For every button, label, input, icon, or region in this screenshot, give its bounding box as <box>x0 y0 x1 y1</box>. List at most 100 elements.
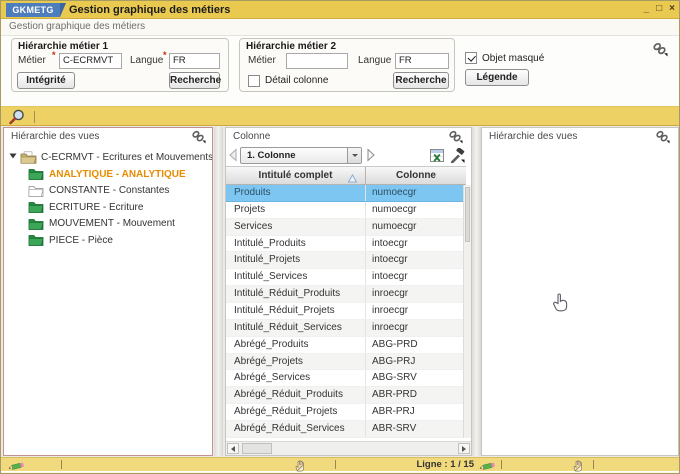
metier1-input[interactable]: C-ECRMVT <box>59 53 122 69</box>
tools-hammer-icon[interactable] <box>449 148 465 168</box>
table-row[interactable]: Abrégé_Réduit_ProjetsABR-PRJ <box>226 404 466 421</box>
form-area: Hiérarchie métier 1 Métier * C-ECRMVT La… <box>1 36 680 106</box>
required-marker: * <box>163 50 167 60</box>
scrollbar-thumb[interactable] <box>242 443 272 454</box>
views-tree: C-ECRMVT - Ecritures et Mouvements - Cli… <box>4 149 212 455</box>
selector-dropdown-arrow[interactable] <box>347 148 361 163</box>
table-body: ProduitsnumoecgrProjetsnumoecgrServicesn… <box>226 185 466 438</box>
link-icon[interactable] <box>652 42 668 62</box>
cell-colonne: inroecgr <box>366 303 466 319</box>
status-separator <box>61 460 62 469</box>
table-row[interactable]: Abrégé_Réduit_ServicesABR-SRV <box>226 421 466 438</box>
breadcrumb: Gestion graphique des métiers <box>1 19 680 36</box>
cell-colonne: inroecgr <box>366 320 466 336</box>
maximize-button[interactable]: □ <box>656 1 662 17</box>
cell-intitule-complet: Abrégé_Réduit_Projets <box>226 404 366 420</box>
tree-item[interactable]: ANALYTIQUE - ANALYTIQUE <box>4 166 212 183</box>
table-row[interactable]: Abrégé_ServicesABG-SRV <box>226 370 466 387</box>
cell-intitule-complet: Abrégé_Réduit_Produits <box>226 387 366 403</box>
left-panel-header: Hiérarchie des vues <box>4 128 212 146</box>
scrollbar-thumb[interactable] <box>465 187 470 242</box>
cell-intitule-complet: Intitulé_Projets <box>226 252 366 268</box>
tree-root[interactable]: C-ECRMVT - Ecritures et Mouvements - Cli… <box>4 149 212 166</box>
langue1-label: Langue <box>130 55 163 66</box>
objet-masque-label: Objet masqué <box>482 53 544 64</box>
table-row[interactable]: Abrégé_Réduit_ProduitsABR-PRD <box>226 387 466 404</box>
table-header-label: Intitulé complet <box>259 170 333 181</box>
left-panel-hierarchie-des-vues: Hiérarchie des vues C-ECRMVT - Ecritures… <box>3 127 213 456</box>
langue2-select[interactable]: FR <box>395 53 449 69</box>
title-bar: GKMETG Gestion graphique des métiers _ □… <box>1 1 680 19</box>
langue1-select[interactable]: FR <box>169 53 220 69</box>
next-arrow-icon[interactable] <box>366 148 376 167</box>
cell-colonne: ABR-PRJ <box>366 404 466 420</box>
status-separator <box>501 460 502 469</box>
colonne-panel: Colonne 1. Colonne <box>225 127 472 456</box>
table-row[interactable]: Intitulé_Servicesintoecgr <box>226 269 466 286</box>
tree-item[interactable]: ECRITURE - Ecriture <box>4 199 212 216</box>
cell-colonne: inroecgr <box>366 286 466 302</box>
panel-splitter-left[interactable] <box>214 127 223 456</box>
table-row[interactable]: Intitulé_Réduit_Servicesinroecgr <box>226 320 466 337</box>
metier1-label: Métier <box>18 55 46 66</box>
tree-item-label: CONSTANTE - Constantes <box>49 185 169 196</box>
detail-colonne-checkbox[interactable] <box>248 75 260 87</box>
scroll-left-arrow[interactable] <box>227 443 239 454</box>
tree-item-label: PIECE - Pièce <box>49 235 113 246</box>
metier2-input[interactable] <box>286 53 348 69</box>
group2-title: Hiérarchie métier 2 <box>246 41 336 52</box>
recherche1-button[interactable]: Recherche <box>169 72 220 89</box>
panel-splitter-right[interactable] <box>472 127 481 456</box>
close-button[interactable]: × <box>669 1 675 17</box>
langue2-label: Langue <box>358 55 391 66</box>
cell-colonne: ABR-SRV <box>366 421 466 437</box>
tree-item[interactable]: CONSTANTE - Constantes <box>4 183 212 200</box>
right-panel-hierarchie-des-vues: Hiérarchie des vues <box>481 127 679 456</box>
table-row[interactable]: Intitulé_Réduit_Projetsinroecgr <box>226 303 466 320</box>
table-header-intitule[interactable]: Intitulé complet <box>226 167 366 184</box>
table-row[interactable]: Abrégé_ProduitsABG-PRD <box>226 337 466 354</box>
toolbar-separator <box>34 111 35 123</box>
cell-intitule-complet: Abrégé_Projets <box>226 354 366 370</box>
excel-export-icon[interactable] <box>430 149 444 167</box>
metier2-label: Métier <box>248 55 276 66</box>
tool-strip <box>1 106 680 126</box>
tree-item[interactable]: PIECE - Pièce <box>4 232 212 249</box>
minimize-button[interactable]: _ <box>644 1 650 17</box>
recherche2-button[interactable]: Recherche <box>393 72 449 89</box>
link-icon[interactable] <box>191 130 206 151</box>
app-code-badge: GKMETG <box>6 3 60 17</box>
integrite-button[interactable]: Intégrité <box>17 72 75 89</box>
cell-intitule-complet: Abrégé_Services <box>226 370 366 386</box>
vertical-scrollbar[interactable] <box>463 185 471 438</box>
colonne-panel-header: Colonne <box>226 128 471 146</box>
table-row[interactable]: Produitsnumoecgr <box>226 185 466 202</box>
tree-item[interactable]: MOUVEMENT - Mouvement <box>4 216 212 233</box>
table-row[interactable]: Abrégé_ProjetsABG-PRJ <box>226 354 466 371</box>
table-row[interactable]: Servicesnumoecgr <box>226 219 466 236</box>
link-icon[interactable] <box>655 130 670 151</box>
status-line-counter: Ligne : 1 / 15 <box>396 459 474 470</box>
table-row[interactable]: Projetsnumoecgr <box>226 202 466 219</box>
table-row[interactable]: Intitulé_Réduit_Produitsinroecgr <box>226 286 466 303</box>
scroll-right-arrow[interactable] <box>458 443 470 454</box>
application-window: GKMETG Gestion graphique des métiers _ □… <box>0 0 680 474</box>
table-row[interactable]: Intitulé_Produitsintoecgr <box>226 236 466 253</box>
status-bar: Ligne : 1 / 15 <box>1 457 680 471</box>
green-folder-icon <box>28 201 44 213</box>
green-folder-icon <box>28 234 44 246</box>
open-folder-icon <box>20 151 37 164</box>
table-header-row: Intitulé complet Colonne <box>226 166 466 185</box>
objet-masque-checkbox[interactable] <box>465 52 477 64</box>
group-hierarchie-metier-1: Hiérarchie métier 1 Métier * C-ECRMVT La… <box>11 38 229 92</box>
colonne-selector[interactable]: 1. Colonne <box>240 147 362 164</box>
cell-intitule-complet: Services <box>226 219 366 235</box>
prev-arrow-icon[interactable] <box>228 148 238 167</box>
horizontal-scrollbar[interactable] <box>226 441 471 455</box>
cell-intitule-complet: Intitulé_Réduit_Projets <box>226 303 366 319</box>
table-header-colonne[interactable]: Colonne <box>366 167 466 184</box>
table-row[interactable]: Intitulé_Projetsintoecgr <box>226 252 466 269</box>
expander-icon[interactable] <box>9 152 17 163</box>
legende-button[interactable]: Légende <box>465 69 529 86</box>
cell-colonne: numoecgr <box>366 185 466 201</box>
